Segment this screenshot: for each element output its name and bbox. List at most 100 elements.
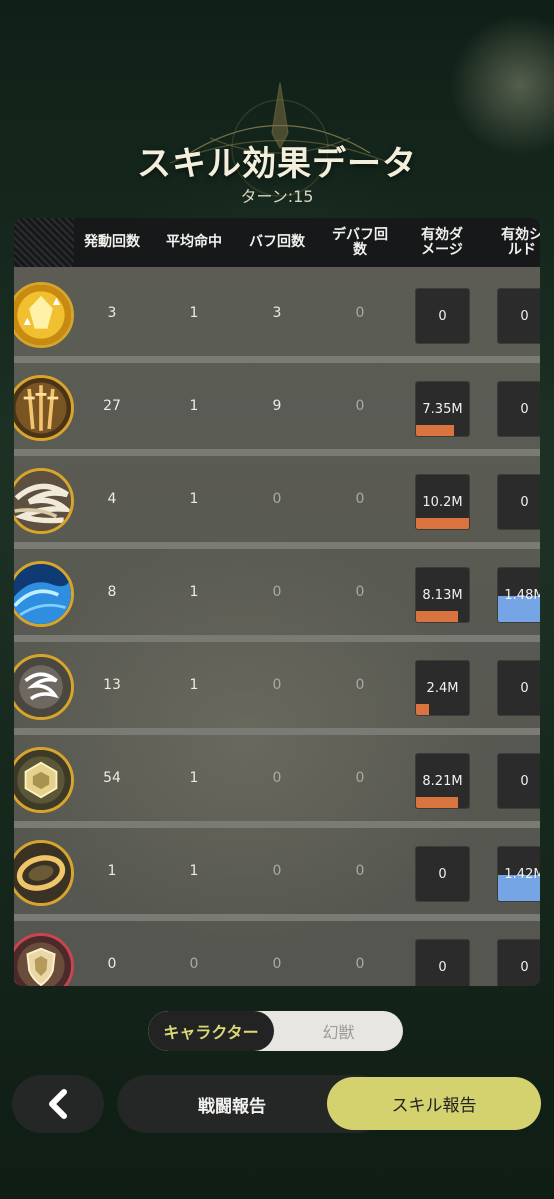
col-effective-damage: 有効ダ メージ <box>421 226 463 258</box>
back-button[interactable] <box>12 1075 104 1133</box>
col-buff-count: バフ回数 <box>249 234 305 250</box>
table-row: 1 1 0 0 0 1.42M <box>14 828 540 921</box>
cell-buff-count: 0 <box>272 584 282 600</box>
table-row: 13 1 0 0 2.4M 0 <box>14 642 540 735</box>
shield-value: 0 <box>520 308 529 324</box>
cell-buff-count: 0 <box>272 491 282 507</box>
shield-box: 0 <box>497 753 540 809</box>
damage-bar <box>416 518 469 529</box>
cell-debuff-count: 0 <box>355 491 365 507</box>
cell-activations: 4 <box>107 491 117 507</box>
table-row: 54 1 0 0 8.21M 0 <box>14 735 540 828</box>
damage-box: 8.13M <box>415 567 470 623</box>
shield-value: 0 <box>520 680 529 696</box>
shield-value: 0 <box>520 401 529 417</box>
row-divider <box>14 914 540 921</box>
cell-buff-count: 0 <box>272 863 282 879</box>
golden-ring-icon[interactable] <box>14 840 74 906</box>
cell-debuff-count: 0 <box>355 956 365 972</box>
cell-buff-count: 0 <box>272 677 282 693</box>
cell-debuff-count: 0 <box>355 398 365 414</box>
turn-counter: ターン:15 <box>240 187 314 206</box>
view-toggle[interactable]: キャラクター 幻獣 <box>148 1011 403 1051</box>
cell-average-hit: 1 <box>189 398 199 414</box>
cell-debuff-count: 0 <box>355 770 365 786</box>
table-header: 発動回数 平均命中 バフ回数 デバフ回 数 有効ダ メージ 有効シ ルド <box>14 218 540 267</box>
cell-activations: 8 <box>107 584 117 600</box>
damage-box: 2.4M <box>415 660 470 716</box>
row-divider <box>14 356 540 363</box>
damage-value: 8.13M <box>422 587 463 603</box>
shield-box: 0 <box>497 474 540 530</box>
table-row: 4 1 0 0 10.2M 0 <box>14 456 540 549</box>
toggle-character[interactable]: キャラクター <box>148 1011 274 1051</box>
cell-average-hit: 1 <box>189 770 199 786</box>
shield-box: 0 <box>497 288 540 344</box>
whirlwind-icon[interactable] <box>14 468 74 534</box>
cell-average-hit: 1 <box>189 863 199 879</box>
damage-box: 0 <box>415 288 470 344</box>
cell-debuff-count: 0 <box>355 305 365 321</box>
col-effective-shield: 有効シ ルド <box>501 226 540 258</box>
page-title: スキル効果データ <box>137 144 417 184</box>
damage-box: 7.35M <box>415 381 470 437</box>
damage-bar <box>416 797 459 808</box>
cell-activations: 0 <box>107 956 117 972</box>
skill-report-button[interactable]: スキル報告 <box>327 1077 541 1130</box>
damage-bar <box>416 425 455 436</box>
table-row: 0 0 0 0 0 0 <box>14 921 540 986</box>
shield-value: 0 <box>520 494 529 510</box>
header-decoration <box>14 218 74 267</box>
row-divider <box>14 449 540 456</box>
cell-average-hit: 1 <box>189 491 199 507</box>
cell-buff-count: 0 <box>272 956 282 972</box>
row-divider <box>14 635 540 642</box>
col-debuff-count: デバフ回 数 <box>332 226 388 258</box>
cell-activations: 1 <box>107 863 117 879</box>
cell-average-hit: 1 <box>189 305 199 321</box>
white-tornado-icon[interactable] <box>14 654 74 720</box>
row-divider <box>14 542 540 549</box>
cell-buff-count: 0 <box>272 770 282 786</box>
cell-activations: 3 <box>107 305 117 321</box>
damage-box: 0 <box>415 846 470 902</box>
cell-buff-count: 3 <box>272 305 282 321</box>
glowing-crystal-icon[interactable] <box>14 282 74 348</box>
water-wave-icon[interactable] <box>14 561 74 627</box>
damage-value: 7.35M <box>422 401 463 417</box>
cell-debuff-count: 0 <box>355 677 365 693</box>
damage-bar <box>416 704 429 715</box>
cell-activations: 54 <box>103 770 121 786</box>
damage-box: 0 <box>415 939 470 986</box>
shield-box: 1.42M <box>497 846 540 902</box>
cell-debuff-count: 0 <box>355 584 365 600</box>
cell-debuff-count: 0 <box>355 863 365 879</box>
shield-box: 1.48M <box>497 567 540 623</box>
toggle-phantom-beast[interactable]: 幻獣 <box>274 1011 403 1051</box>
shield-box: 0 <box>497 939 540 986</box>
table-row: 3 1 3 0 0 0 <box>14 270 540 363</box>
damage-value: 2.4M <box>426 680 459 696</box>
damage-value: 0 <box>438 866 447 882</box>
crest-shield-icon[interactable] <box>14 933 74 986</box>
triple-sword-icon[interactable] <box>14 375 74 441</box>
cell-average-hit: 1 <box>189 677 199 693</box>
damage-box: 8.21M <box>415 753 470 809</box>
shield-box: 0 <box>497 660 540 716</box>
damage-box: 10.2M <box>415 474 470 530</box>
hexagon-shield-icon[interactable] <box>14 747 74 813</box>
table-row: 8 1 0 0 8.13M 1.48M <box>14 549 540 642</box>
skill-data-table: 発動回数 平均命中 バフ回数 デバフ回 数 有効ダ メージ 有効シ ルド 3 1… <box>14 218 540 986</box>
cell-activations: 13 <box>103 677 121 693</box>
damage-value: 0 <box>438 308 447 324</box>
col-activations: 発動回数 <box>84 234 140 250</box>
damage-value: 8.21M <box>422 773 463 789</box>
shield-value: 1.48M <box>504 587 540 603</box>
shield-value: 0 <box>520 773 529 789</box>
cell-average-hit: 0 <box>189 956 199 972</box>
table-row: 27 1 9 0 7.35M 0 <box>14 363 540 456</box>
shield-value: 1.42M <box>504 866 540 882</box>
shield-box: 0 <box>497 381 540 437</box>
damage-value: 10.2M <box>422 494 463 510</box>
cell-average-hit: 1 <box>189 584 199 600</box>
